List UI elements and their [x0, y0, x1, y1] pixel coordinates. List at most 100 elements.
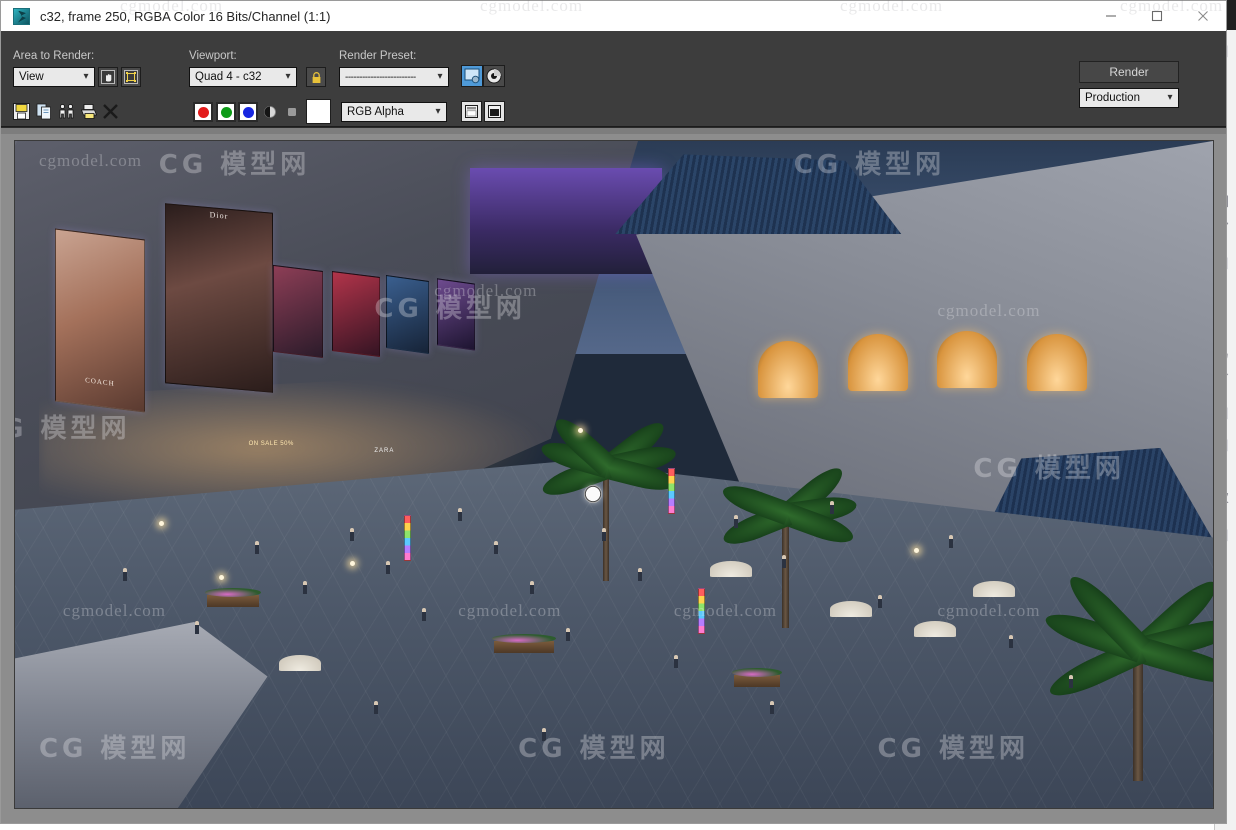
- blue-channel-dot: [242, 106, 254, 118]
- environment-button[interactable]: [483, 65, 505, 87]
- chevron-down-icon: ▾: [1167, 92, 1173, 103]
- sub-region-button[interactable]: [121, 67, 141, 87]
- toggle-ui-icon: [465, 105, 478, 118]
- billboard-5: [386, 274, 430, 355]
- scene-flower-planter: [204, 587, 261, 607]
- viewport-select[interactable]: Quad 4 - c32 ▾: [189, 67, 297, 87]
- render-image-area: COACH Dior ON SALE 50% ZARA cgmodel.com …: [1, 134, 1226, 823]
- channel-display-value: RGB Alpha: [347, 106, 404, 118]
- pan-region-button[interactable]: [98, 67, 118, 87]
- scene-pedestrian: [422, 607, 427, 621]
- render-preset-select[interactable]: ------------------------- ▾: [339, 67, 449, 87]
- scene-palm-tree: [719, 454, 858, 628]
- mono-channel-button[interactable]: [283, 103, 301, 121]
- red-channel-button[interactable]: [193, 102, 213, 122]
- render-button[interactable]: Render: [1079, 61, 1179, 83]
- scene-flower-planter: [492, 634, 557, 654]
- billboard-brand-label: COACH: [84, 376, 115, 389]
- clone-image-button[interactable]: [57, 102, 76, 121]
- scene-pedestrian: [566, 627, 571, 641]
- channel-display-select[interactable]: RGB Alpha ▾: [341, 102, 447, 122]
- scene-pedestrian: [542, 727, 547, 741]
- copy-image-button[interactable]: [35, 102, 54, 121]
- scene-pedestrian: [1009, 634, 1014, 648]
- scene-palm-tree: [539, 408, 678, 582]
- store-sign-zara: ZARA: [374, 447, 395, 454]
- scene-pedestrian: [122, 567, 127, 581]
- rendered-image[interactable]: COACH Dior ON SALE 50% ZARA cgmodel.com …: [14, 140, 1214, 809]
- green-channel-button[interactable]: [216, 102, 236, 122]
- scene-pedestrian: [350, 527, 355, 541]
- scene-arch-window: [757, 341, 818, 398]
- minimize-button[interactable]: [1088, 1, 1134, 31]
- render-frame-icon: [13, 7, 30, 25]
- preset-load-button[interactable]: [461, 65, 483, 87]
- scene-arch-window: [937, 331, 998, 388]
- window-controls: [1088, 1, 1226, 31]
- scene-pedestrian: [949, 534, 954, 548]
- toggle-ui-button[interactable]: [461, 101, 482, 122]
- copy-icon: [36, 103, 51, 120]
- scene-pedestrian: [386, 561, 391, 575]
- save-floppy-icon: [13, 103, 30, 120]
- clear-x-icon: [103, 104, 118, 119]
- scene-color-pillar: [667, 467, 675, 514]
- viewport-value: Quad 4 - c32: [195, 71, 262, 83]
- green-channel-dot: [220, 106, 232, 118]
- scene-arch-window: [847, 334, 908, 392]
- scene-street-lamp: [578, 427, 584, 433]
- scene-pedestrian: [637, 567, 642, 581]
- scene-cafe-umbrella: [829, 601, 872, 618]
- scene-pedestrian: [877, 594, 882, 608]
- scene-cafe-umbrella: [973, 581, 1016, 598]
- clear-image-button[interactable]: [101, 102, 120, 121]
- viewport-lock-button[interactable]: [306, 67, 326, 87]
- scene-pedestrian: [302, 581, 307, 595]
- close-button[interactable]: [1180, 1, 1226, 31]
- viewport-label: Viewport:: [189, 50, 237, 62]
- blue-channel-button[interactable]: [238, 102, 258, 122]
- clone-window-icon: [59, 104, 74, 119]
- billboard-4: [332, 271, 381, 358]
- mono-channel-icon: [288, 108, 296, 116]
- alpha-channel-icon: [264, 106, 276, 118]
- billboard-coach: COACH: [54, 228, 145, 414]
- scene-color-pillar: [404, 514, 412, 561]
- scene-pedestrian: [194, 621, 199, 635]
- print-image-button[interactable]: [79, 102, 98, 121]
- scene-pedestrian: [673, 654, 678, 668]
- scene-street-lamp: [913, 547, 919, 553]
- red-channel-dot: [197, 106, 209, 118]
- render-mode-select[interactable]: Production ▾: [1079, 88, 1179, 108]
- toggle-image-icon: [488, 105, 501, 118]
- chevron-down-icon: ▾: [435, 106, 441, 117]
- scene-pedestrian: [733, 514, 738, 528]
- billboard-dior: Dior: [164, 202, 273, 393]
- area-to-render-select[interactable]: View ▾: [13, 67, 95, 87]
- hand-pan-icon: [101, 70, 115, 84]
- save-image-button[interactable]: [12, 102, 31, 121]
- preset-load-icon: [464, 68, 480, 84]
- area-to-render-value: View: [19, 71, 44, 83]
- toolbar-divider: [1, 127, 1226, 134]
- billboard-6: [436, 278, 476, 351]
- window-titlebar[interactable]: c32, frame 250, RGBA Color 16 Bits/Chann…: [1, 1, 1226, 31]
- maximize-button[interactable]: [1134, 1, 1180, 31]
- background-color-swatch[interactable]: [306, 99, 331, 124]
- render-frame-window: c32, frame 250, RGBA Color 16 Bits/Chann…: [0, 0, 1227, 824]
- scene-plaza-clock: [584, 484, 603, 503]
- scene-cafe-umbrella: [913, 621, 956, 638]
- billboard-3: [272, 264, 323, 358]
- render-mode-value: Production: [1085, 92, 1140, 104]
- scene-pedestrian: [374, 701, 379, 715]
- alpha-channel-button[interactable]: [261, 103, 279, 121]
- scene-street-lamp: [218, 574, 224, 580]
- scene-pedestrian: [769, 701, 774, 715]
- scene-pedestrian: [829, 501, 834, 515]
- toggle-image-button[interactable]: [484, 101, 505, 122]
- lock-icon: [312, 71, 320, 83]
- scene-color-pillar: [697, 587, 705, 634]
- scene-pedestrian: [494, 541, 499, 555]
- window-title: c32, frame 250, RGBA Color 16 Bits/Chann…: [40, 8, 331, 24]
- scene-cafe-umbrella: [709, 561, 752, 578]
